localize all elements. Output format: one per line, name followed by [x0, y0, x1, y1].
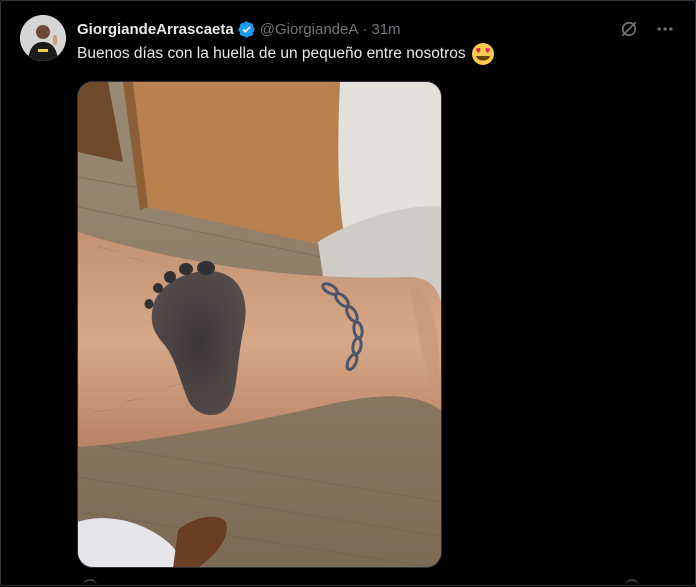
- handle[interactable]: @GiorgiandeA: [260, 21, 359, 38]
- more-icon[interactable]: [651, 15, 679, 43]
- tweet-card[interactable]: GiorgiandeArrascaeta @GiorgiandeA · 31m: [0, 0, 696, 586]
- tweet-text-content: Buenos días con la huella de un pequeño …: [77, 45, 466, 62]
- separator-dot: ·: [362, 20, 368, 38]
- heart-eyes-emoji-icon: [471, 42, 495, 66]
- timestamp[interactable]: 31m: [371, 21, 400, 38]
- tweet-header: GiorgiandeArrascaeta @GiorgiandeA · 31m: [77, 18, 675, 40]
- tweet-photo[interactable]: [77, 81, 442, 568]
- grok-icon[interactable]: [615, 15, 643, 43]
- display-name[interactable]: GiorgiandeArrascaeta: [77, 21, 234, 38]
- tweet-top-actions: [615, 15, 679, 43]
- tweet-text: Buenos días con la huella de un pequeño …: [77, 42, 495, 66]
- avatar[interactable]: [20, 15, 66, 61]
- verified-badge-icon: [237, 20, 256, 39]
